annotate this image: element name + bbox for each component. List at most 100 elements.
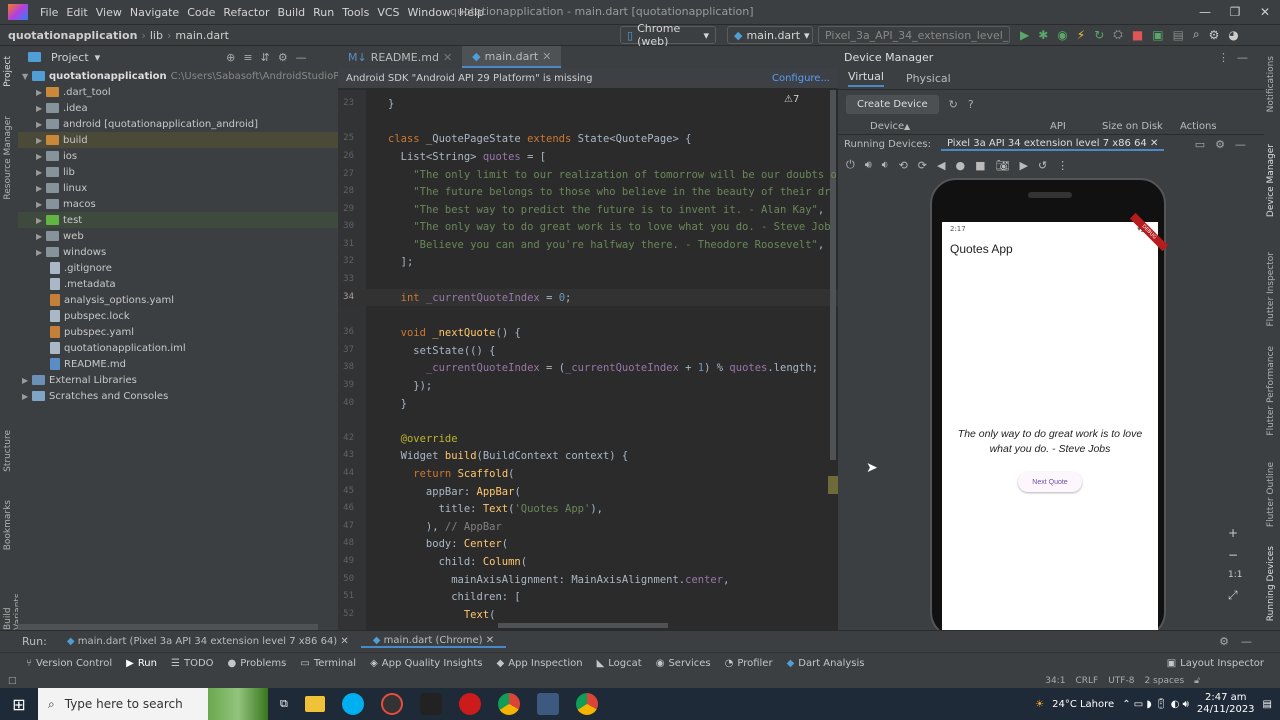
- tool-problems[interactable]: ● Problems: [228, 658, 287, 669]
- weather-text[interactable]: 24°C Lahore: [1052, 699, 1114, 710]
- tray-icons[interactable]: ⌃ ▭ ◗ 🔋︎ ◐ 🔊︎: [1122, 699, 1189, 710]
- run-icon[interactable]: ▶: [1020, 28, 1029, 42]
- tab-physical[interactable]: Physical: [906, 72, 951, 85]
- tree-item-gitignore[interactable]: .gitignore: [50, 260, 112, 276]
- tool-layout-inspector[interactable]: ▣ Layout Inspector: [1167, 658, 1264, 669]
- target-device-combo[interactable]: ▯ Chrome (web) ▾: [620, 22, 716, 48]
- android-studio-icon[interactable]: [536, 693, 559, 715]
- stop-icon[interactable]: ■: [1132, 28, 1143, 42]
- refresh-icon[interactable]: ↻: [949, 98, 958, 111]
- zoom-out-icon[interactable]: −: [1228, 548, 1242, 562]
- tool-services[interactable]: ◉ Services: [656, 658, 711, 669]
- app-icon-2[interactable]: [419, 693, 442, 715]
- hot-restart-icon[interactable]: ↻: [1094, 28, 1104, 42]
- zoom-actual-icon[interactable]: 1:1: [1228, 570, 1242, 580]
- tree-item-pubspec-lock[interactable]: pubspec.lock: [50, 308, 130, 324]
- next-quote-button[interactable]: Next Quote: [1018, 472, 1082, 492]
- panel-options-icon[interactable]: ⋮—: [1218, 51, 1256, 64]
- flutter-performance-tab[interactable]: Flutter Performance: [1266, 346, 1276, 436]
- phone-screen[interactable]: 2:17 ▾◢▮ DEBUG Quotes App The only way t…: [942, 212, 1169, 642]
- menu-view[interactable]: View: [92, 6, 126, 19]
- opera-icon[interactable]: [458, 693, 481, 715]
- col-api[interactable]: API: [1050, 121, 1066, 132]
- warnings-indicator[interactable]: ⚠7: [784, 94, 799, 105]
- file-encoding[interactable]: UTF-8: [1108, 676, 1134, 686]
- rotate-right-icon[interactable]: ⟳: [918, 159, 927, 172]
- task-view-icon[interactable]: ⧉: [280, 697, 288, 711]
- tree-item-ios[interactable]: ▶ ios: [36, 148, 77, 164]
- run-config-combo[interactable]: ◆ main.dart ▾: [727, 26, 813, 44]
- tree-item-readme[interactable]: README.md: [50, 356, 126, 372]
- tab-readme[interactable]: M↓ README.md ✕: [338, 46, 462, 68]
- menu-edit[interactable]: Edit: [62, 6, 91, 19]
- overview-icon[interactable]: ■: [975, 159, 985, 172]
- tree-item-metadata[interactable]: .metadata: [50, 276, 116, 292]
- tool-profiler[interactable]: ◔ Profiler: [725, 658, 773, 669]
- home-icon[interactable]: ●: [955, 159, 965, 172]
- tree-item-external-libraries[interactable]: ▶ External Libraries: [22, 372, 137, 388]
- chevron-down-icon[interactable]: ▾: [95, 51, 101, 64]
- tab-main-dart[interactable]: ◆ main.dart ✕: [462, 46, 562, 68]
- menu-file[interactable]: File: [36, 6, 62, 19]
- flutter-inspector-tab[interactable]: Flutter Inspector: [1266, 252, 1276, 327]
- tree-item-linux[interactable]: ▶ linux: [36, 180, 87, 196]
- app-icon[interactable]: [380, 693, 403, 715]
- android-logo-icon[interactable]: ◕: [1228, 28, 1238, 42]
- run-tab-chrome[interactable]: ◆ main.dart (Chrome) ✕: [360, 635, 507, 648]
- tool-dart-analysis[interactable]: ◆ Dart Analysis: [787, 658, 865, 669]
- menu-code[interactable]: Code: [183, 6, 219, 19]
- attach-icon[interactable]: ⛭: [1113, 27, 1123, 42]
- help-icon[interactable]: ?: [968, 98, 974, 111]
- vertical-scrollbar[interactable]: [830, 90, 836, 460]
- menu-window[interactable]: Window: [404, 6, 455, 19]
- sync-icon[interactable]: ▣: [1152, 28, 1163, 42]
- rotate-left-icon[interactable]: ⟲: [899, 159, 908, 172]
- close-icon[interactable]: ✕: [1250, 5, 1280, 19]
- tool-app-quality[interactable]: ◈ App Quality Insights: [370, 658, 482, 669]
- menu-build[interactable]: Build: [274, 6, 310, 19]
- breadcrumb-project[interactable]: quotationapplication: [0, 29, 141, 42]
- caret-position[interactable]: 34:1: [1045, 676, 1065, 686]
- tree-item-android[interactable]: ▶ android [quotationapplication_android]: [36, 116, 258, 132]
- tree-item-test[interactable]: ▶ test: [18, 212, 338, 228]
- project-view-title[interactable]: Project: [51, 51, 89, 64]
- tree-item-macos[interactable]: ▶ macos: [36, 196, 96, 212]
- tree-item-analysis-options[interactable]: analysis_options.yaml: [50, 292, 174, 308]
- notification-icon[interactable]: ▤: [1263, 699, 1272, 710]
- taskbar-search-box[interactable]: ⌕ Type here to search: [38, 688, 268, 720]
- clock[interactable]: 2:47 am 24/11/2023: [1197, 692, 1255, 716]
- line-separator[interactable]: CRLF: [1075, 676, 1098, 686]
- volume-down-icon[interactable]: 🔉︎: [882, 158, 889, 172]
- running-devices-tab[interactable]: Running Devices: [1266, 546, 1276, 621]
- tool-version-control[interactable]: ⑂ Version Control: [26, 658, 112, 669]
- power-icon[interactable]: ⏻: [846, 158, 855, 172]
- close-icon[interactable]: ✕: [542, 50, 551, 63]
- screenrecord-icon[interactable]: ▶: [1019, 159, 1027, 172]
- tree-item-pubspec-yaml[interactable]: pubspec.yaml: [50, 324, 134, 340]
- resource-manager-tab[interactable]: Resource Manager: [3, 116, 13, 200]
- bookmarks-tab[interactable]: Bookmarks: [3, 500, 13, 550]
- lock-icon[interactable]: 🔓︎: [1194, 676, 1200, 686]
- indent-setting[interactable]: 2 spaces: [1144, 676, 1184, 686]
- flutter-outline-tab[interactable]: Flutter Outline: [1266, 462, 1276, 527]
- search-icon[interactable]: ⌕: [1193, 27, 1200, 42]
- sdk-manager-icon[interactable]: ▤: [1173, 28, 1184, 42]
- more-icon[interactable]: ⋮: [1057, 159, 1068, 172]
- zoom-fit-icon[interactable]: ⤢: [1228, 588, 1242, 603]
- breadcrumb-file[interactable]: main.dart: [171, 29, 233, 42]
- col-size[interactable]: Size on Disk: [1102, 121, 1163, 132]
- running-device-tab[interactable]: Pixel 3a API 34 extension level 7 x86 64…: [940, 138, 1165, 151]
- tool-app-inspection[interactable]: ◆ App Inspection: [497, 658, 583, 669]
- back-icon[interactable]: ◀: [937, 159, 945, 172]
- configure-link[interactable]: Configure...: [772, 73, 830, 84]
- tree-item-idea[interactable]: ▶ .idea: [36, 100, 88, 116]
- screenshot-icon[interactable]: 📷︎: [996, 159, 1010, 172]
- col-device[interactable]: Device: [870, 121, 904, 132]
- tree-item-windows[interactable]: ▶ windows: [36, 244, 106, 260]
- running-devices-options-icon[interactable]: ▭⚙—: [1195, 138, 1256, 151]
- breadcrumb-lib[interactable]: lib: [146, 29, 167, 42]
- tree-item-web[interactable]: ▶ web: [36, 228, 84, 244]
- project-toolbar-icons[interactable]: ⊕≡⇵⚙—: [226, 51, 315, 64]
- minimize-icon[interactable]: —: [1190, 5, 1220, 19]
- tree-item-scratches[interactable]: ▶ Scratches and Consoles: [22, 388, 168, 404]
